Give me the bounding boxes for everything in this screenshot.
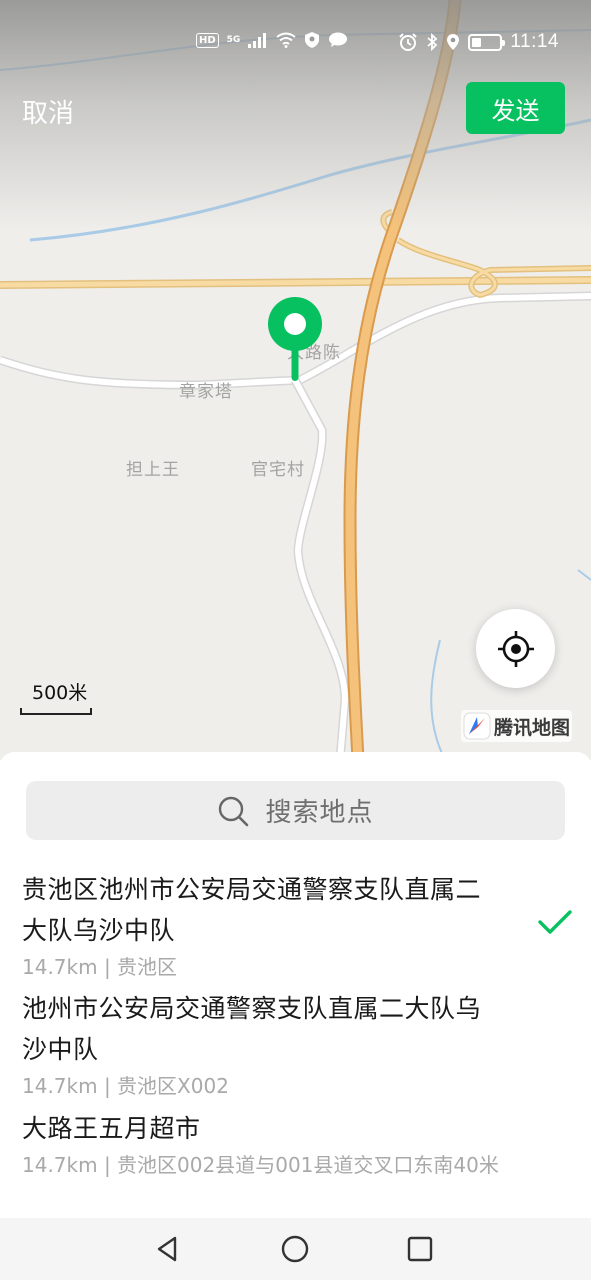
result-name: 大路王五月超市 [22,1114,201,1143]
result-name: 池州市公安局交通警察支队直属二大队乌沙中队 [22,994,482,1064]
list-item[interactable]: 池州市公安局交通警察支队直属二大队乌沙中队 14.7km | 贵池区X002 [22,988,562,1103]
nav-home-button[interactable] [277,1231,313,1267]
search-input[interactable]: 搜索地点 [26,781,565,840]
hd-icon: HD [196,32,219,48]
tencent-map-icon [463,712,491,740]
locate-icon [497,630,534,667]
message-icon [329,32,348,47]
status-bar: HD 5G 11:14 [0,28,591,60]
battery-icon [468,33,506,51]
result-address: 14.7km | 贵池区002县道与001县道交叉口东南40米 [22,1153,499,1177]
location-icon [447,34,460,50]
map-scale: 500米 [18,678,92,716]
cancel-button[interactable]: 取消 [22,93,74,130]
recent-apps-icon [407,1236,433,1262]
system-nav-bar [0,1218,591,1280]
result-address: 14.7km | 贵池区X002 [22,1074,229,1098]
nav-recent-button[interactable] [402,1231,438,1267]
location-sheet: 搜索地点 贵池区池州市公安局交通警察支队直属二大队乌沙中队 14.7km | 贵… [0,752,591,1218]
map-label-zhangjiata: 章家塔 [179,382,233,402]
my-location-button[interactable] [476,609,555,688]
bluetooth-icon [427,33,438,51]
alarm-icon [399,33,418,51]
signal-icon [248,33,267,48]
list-item[interactable]: 大路王五月超市 14.7km | 贵池区002县道与001县道交叉口东南40米 [22,1108,562,1182]
tencent-map-logo: 腾讯地图 [461,710,573,742]
vpn-icon [305,32,320,48]
check-icon [538,910,572,934]
search-placeholder: 搜索地点 [265,798,374,828]
result-address: 14.7km | 贵池区 [22,955,178,979]
map-label-danshangwang: 担上王 [126,460,180,480]
status-time: 11:14 [510,31,559,52]
home-icon [281,1235,309,1263]
search-icon [219,796,249,826]
location-pin-icon[interactable] [268,297,322,383]
send-button[interactable]: 发送 [466,82,565,134]
wifi-icon [276,32,296,48]
list-item[interactable]: 贵池区池州市公安局交通警察支队直属二大队乌沙中队 14.7km | 贵池区 [22,869,572,984]
map-provider-label: 腾讯地图 [494,716,571,739]
result-name: 贵池区池州市公安局交通警察支队直属二大队乌沙中队 [22,875,482,945]
map-view[interactable]: 大路陈 章家塔 担上王 官宅村 HD 5G 11:14 取消 发送 500米 腾… [0,0,591,760]
nav-back-button[interactable] [150,1231,186,1267]
map-scale-bar [20,708,92,715]
map-scale-label: 500米 [32,682,88,704]
map-label-guanzhaicun: 官宅村 [251,460,305,480]
network-type: 5G [226,35,241,45]
back-icon [157,1236,177,1262]
